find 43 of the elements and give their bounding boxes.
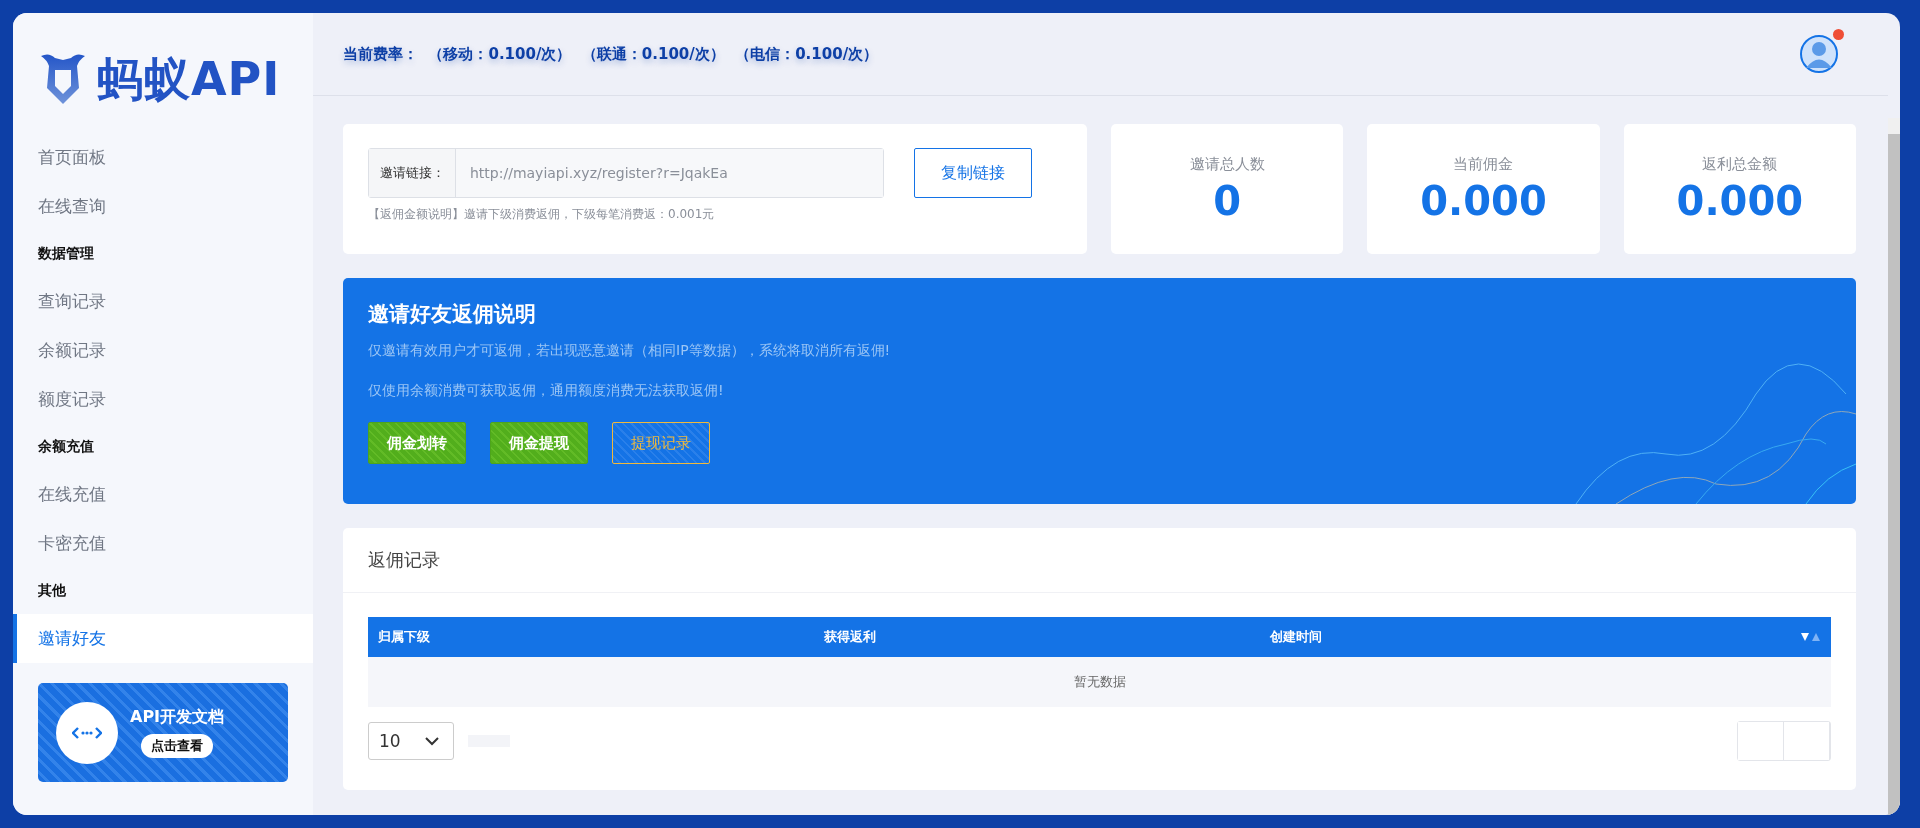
previous-page-button[interactable]: [1738, 722, 1784, 760]
sidebar-item[interactable]: 在线充值: [13, 470, 313, 519]
api-docs-card[interactable]: API开发文档 点击查看: [38, 683, 288, 782]
stat-label: 当前佣金: [1453, 154, 1514, 174]
banner-title: 邀请好友返佣说明: [368, 301, 537, 328]
empty-table-message: 暂无数据: [368, 657, 1831, 707]
scrollbar[interactable]: [1888, 118, 1900, 815]
sidebar-item[interactable]: 卡密充值: [13, 519, 313, 568]
stat-label: 返利总金额: [1702, 154, 1778, 174]
nav-section-heading: 其他: [37, 581, 67, 600]
action-button[interactable]: 佣金提现: [490, 422, 588, 464]
rate-info: 当前费率： （移动：0.100/次） （联通：0.100/次） （电信：0.100/次）: [343, 44, 879, 64]
code-icon: [56, 701, 118, 764]
column-header[interactable]: 创建时间: [1270, 628, 1716, 646]
copy-link-button[interactable]: 复制链接: [914, 148, 1032, 198]
view-docs-button[interactable]: 点击查看: [141, 734, 214, 758]
stat-value: 0.000: [1676, 177, 1804, 224]
banner-text: 仅邀请有效用户才可返佣，若出现恶意邀请（相同IP等数据），系统将取消所有返佣!: [368, 342, 892, 360]
chevron-down-icon: [425, 736, 439, 746]
sidebar-item[interactable]: 额度记录: [13, 375, 313, 424]
sidebar-item[interactable]: 余额记录: [13, 326, 313, 375]
action-button[interactable]: 提现记录: [612, 422, 710, 464]
invite-link-field[interactable]: 邀请链接： http://mayiapi.xyz/register?r=JqakEa: [368, 148, 884, 198]
sort-icon[interactable]: [1801, 632, 1821, 642]
column-header[interactable]: 获得返利: [824, 628, 1270, 646]
sidebar-item[interactable]: 邀请好友: [13, 614, 313, 663]
nav-section-heading: 数据管理: [37, 244, 95, 263]
records-title: 返佣记录: [343, 528, 1856, 593]
avatar-icon[interactable]: [1800, 35, 1838, 73]
rebate-note: 【返佣金额说明】邀请下级消费返佣，下级每笔消费返：0.001元: [368, 206, 716, 223]
sidebar-item[interactable]: 查询记录: [13, 277, 313, 326]
page-size-select[interactable]: 10: [368, 722, 454, 760]
logo-text: 蚂蚁API: [97, 51, 281, 108]
stat-label: 邀请总人数: [1189, 154, 1265, 174]
docs-title: API开发文档: [130, 707, 225, 728]
stat-value: 0.000: [1420, 177, 1547, 224]
column-header[interactable]: 归属下级: [378, 628, 824, 646]
sidebar-item[interactable]: 首页面板: [13, 133, 313, 182]
banner-text: 仅使用余额消费可获取返佣，通用额度消费无法获取返佣!: [368, 382, 725, 400]
sidebar-item[interactable]: 在线查询: [13, 182, 313, 231]
stat-value: 0: [1213, 177, 1242, 224]
nav-section-heading: 余额充值: [37, 437, 95, 456]
action-button[interactable]: 佣金划转: [368, 422, 466, 464]
